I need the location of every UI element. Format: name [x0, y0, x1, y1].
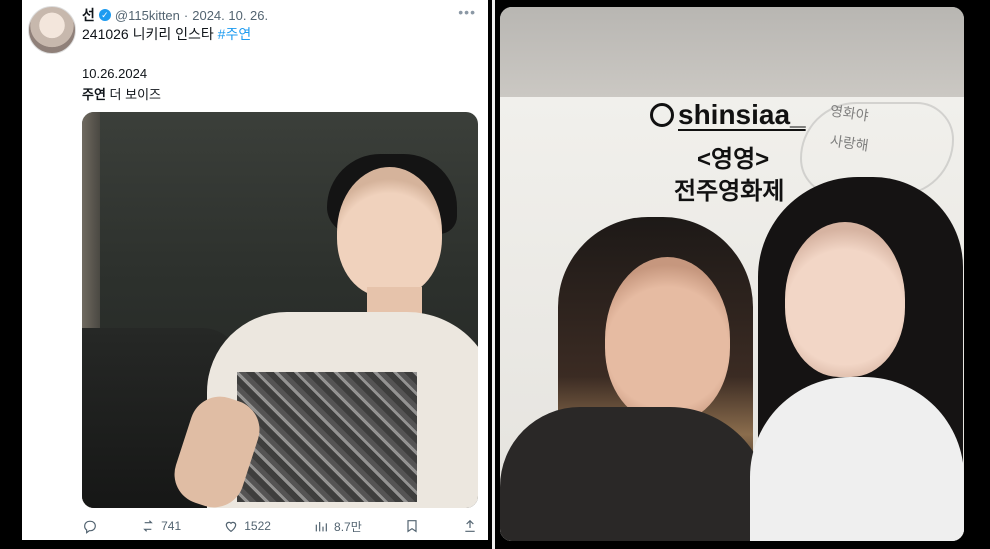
separator-dot: · [183, 7, 189, 23]
person-left-face [605, 257, 730, 422]
retweet-count: 741 [161, 519, 182, 533]
person-left-body [500, 407, 770, 541]
photo-head [337, 167, 442, 297]
photo-shirt-print [237, 372, 417, 502]
reply-icon [84, 520, 96, 534]
threads-icon [650, 103, 674, 127]
mention-handle[interactable]: shinsiaa_ [678, 99, 806, 131]
caption-name: 주연 [82, 87, 106, 102]
story-mention[interactable]: shinsiaa_ [650, 99, 806, 131]
person-right-face [785, 222, 905, 377]
share-button[interactable] [462, 518, 478, 534]
tweet-date[interactable]: 2024. 10. 26. [192, 8, 268, 23]
display-name[interactable]: 선 [82, 5, 95, 25]
story-subtitle: 전주영화제 [674, 178, 785, 205]
hashtag-link[interactable]: #주연 [218, 26, 252, 42]
story-title: <영영> [697, 146, 770, 173]
photo-caption: 주연 더 보이즈 [82, 84, 161, 103]
verified-badge-icon: ✓ [98, 9, 111, 21]
instagram-story: 영화야 사랑해 shinsiaa_ <영영> 전주영화제 [500, 7, 964, 541]
view-count: 8.7만 [334, 519, 362, 534]
bookmark-button[interactable] [404, 518, 420, 534]
views-icon [315, 522, 327, 532]
caption-group: 더 보이즈 [109, 87, 161, 102]
avatar[interactable] [28, 6, 76, 54]
views-button[interactable]: 8.7만 [313, 518, 362, 535]
retweet-button[interactable]: 741 [140, 518, 181, 534]
like-count: 1522 [244, 519, 271, 533]
tweet-actions: 741 1522 8.7만 [82, 516, 478, 536]
heart-icon [225, 521, 237, 533]
screenshot-canvas: 선 ✓ @115kitten · 2024. 10. 26. ••• 24102… [0, 0, 990, 549]
tweet-text-prefix: 241026 니키리 인스타 [82, 26, 214, 42]
like-button[interactable]: 1522 [223, 518, 271, 534]
reply-button[interactable] [82, 518, 98, 534]
bookmark-icon [407, 520, 417, 533]
retweet-icon [143, 520, 153, 532]
tweet-card: 선 ✓ @115kitten · 2024. 10. 26. ••• 24102… [22, 0, 488, 540]
more-options-icon[interactable]: ••• [458, 4, 476, 20]
share-icon [465, 519, 475, 532]
tweet-photo[interactable] [82, 112, 478, 508]
tweet-header: 선 ✓ @115kitten · 2024. 10. 26. [82, 5, 268, 25]
panel-divider [492, 0, 495, 549]
tweet-text: 241026 니키리 인스타 #주연 [82, 24, 251, 44]
story-top-area [500, 7, 964, 97]
photo-date: 10.26.2024 [82, 66, 148, 81]
user-handle[interactable]: @115kitten [115, 8, 180, 23]
